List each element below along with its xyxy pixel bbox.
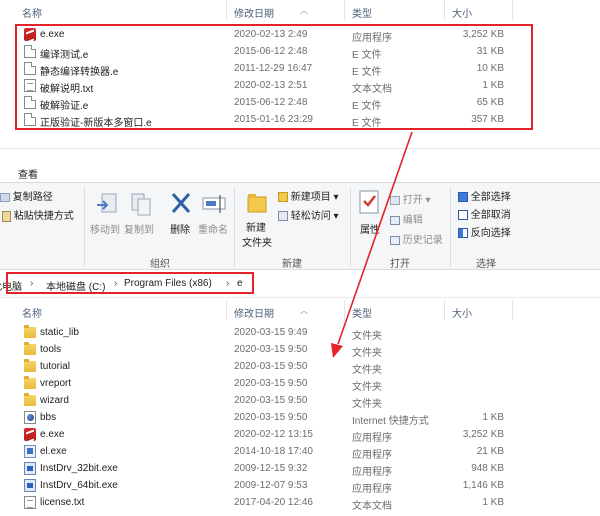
- red-arrow: [331, 131, 413, 358]
